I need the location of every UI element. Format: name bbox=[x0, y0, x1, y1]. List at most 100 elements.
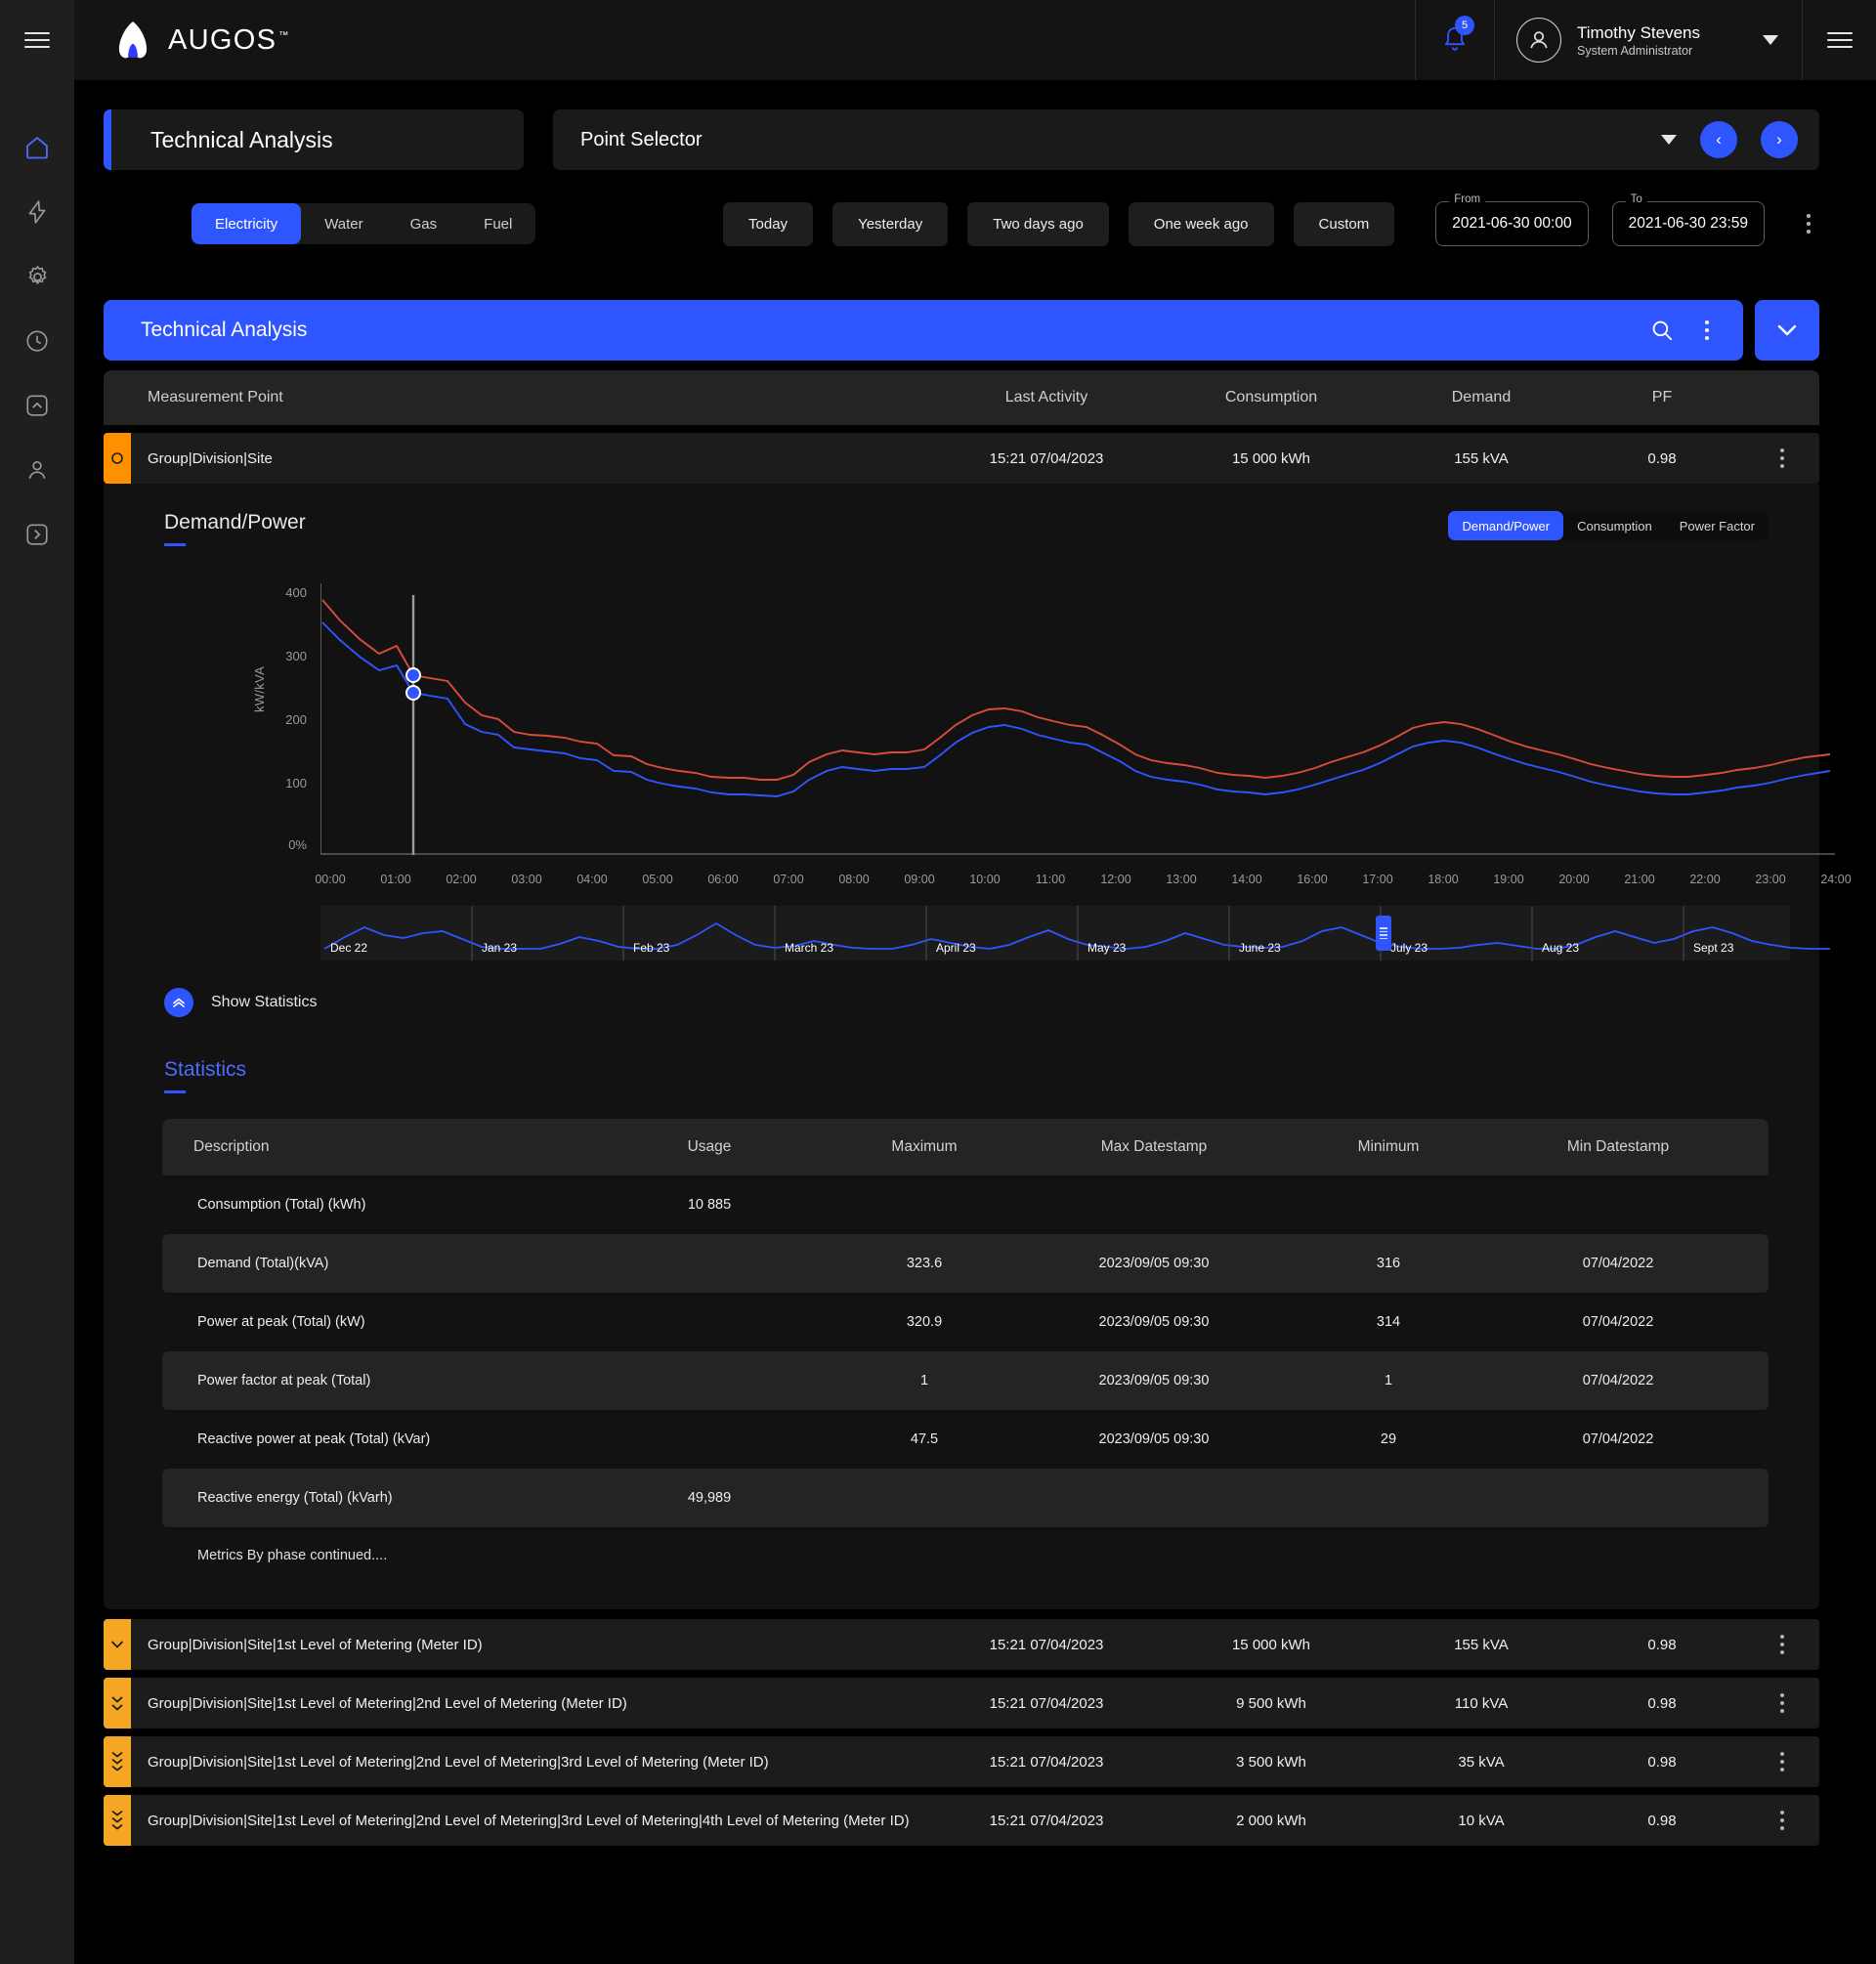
panel-collapse-button[interactable] bbox=[1755, 300, 1819, 361]
chart-xtick: 24:00 bbox=[1820, 873, 1852, 886]
row-measurement-point: Group|Division|Site bbox=[148, 449, 273, 467]
table-row[interactable]: Group|Division|Site|1st Level of Meterin… bbox=[104, 1678, 1819, 1729]
column-header-demand: Demand bbox=[1451, 389, 1512, 406]
minimap-range-handle[interactable] bbox=[1376, 916, 1391, 951]
metric-toggle-group: Demand/Power Consumption Power Factor bbox=[1448, 511, 1769, 540]
stats-description: Power at peak (Total) (kW) bbox=[197, 1314, 365, 1330]
point-prev-button[interactable]: ‹ bbox=[1700, 121, 1737, 158]
caret-down-icon[interactable] bbox=[1763, 35, 1778, 45]
menu-toggle-button[interactable] bbox=[0, 0, 74, 80]
preset-custom-button[interactable]: Custom bbox=[1293, 201, 1395, 246]
chart-xtick: 10:00 bbox=[969, 873, 1001, 886]
brand-name: AUGOS ™ bbox=[168, 24, 290, 57]
search-icon[interactable] bbox=[1649, 318, 1675, 343]
toggle-consumption[interactable]: Consumption bbox=[1563, 511, 1666, 540]
sidebar-item-collapse[interactable] bbox=[0, 373, 74, 438]
toggle-demand-power[interactable]: Demand/Power bbox=[1448, 511, 1564, 540]
sidebar-item-home[interactable] bbox=[0, 115, 74, 180]
table-row[interactable]: Group|Division|Site|1st Level of Meterin… bbox=[104, 1736, 1819, 1787]
chevron-down-icon[interactable] bbox=[1661, 135, 1677, 145]
point-next-button[interactable]: › bbox=[1761, 121, 1798, 158]
chart-xtick: 03:00 bbox=[511, 873, 542, 886]
preset-yesterday-button[interactable]: Yesterday bbox=[832, 201, 949, 246]
row-expand-toggle[interactable] bbox=[104, 1736, 131, 1787]
show-statistics-button[interactable]: Show Statistics bbox=[104, 961, 1819, 1017]
date-options-menu-icon[interactable] bbox=[1798, 214, 1819, 234]
notifications-button[interactable]: 5 bbox=[1415, 0, 1496, 80]
row-options-menu-icon[interactable] bbox=[1771, 1693, 1793, 1713]
preset-one-week-ago-button[interactable]: One week ago bbox=[1128, 201, 1274, 246]
stats-max-datestamp: 2023/09/05 09:30 bbox=[1098, 1314, 1210, 1330]
chart-xtick: 02:00 bbox=[446, 873, 477, 886]
preset-today-button[interactable]: Today bbox=[723, 201, 814, 246]
preset-two-days-ago-button[interactable]: Two days ago bbox=[967, 201, 1109, 246]
row-options-menu-icon[interactable] bbox=[1771, 448, 1793, 468]
row-demand: 155 kVA bbox=[1454, 449, 1509, 467]
row-last-activity: 15:21 07/04/2023 bbox=[989, 1694, 1104, 1712]
chart-xtick: 22:00 bbox=[1689, 873, 1721, 886]
panel-title: Technical Analysis bbox=[141, 319, 308, 341]
row-measurement-point: Group|Division|Site|1st Level of Meterin… bbox=[148, 1753, 769, 1771]
user-menu[interactable]: Timothy Stevens System Administrator bbox=[1495, 0, 1802, 80]
stats-minimum: 316 bbox=[1376, 1256, 1401, 1271]
tab-gas[interactable]: Gas bbox=[387, 203, 461, 244]
utility-tabs: Electricity Water Gas Fuel bbox=[192, 203, 536, 244]
table-row[interactable]: Group|Division|Site|1st Level of Meterin… bbox=[104, 1795, 1819, 1846]
statistics-row: Power at peak (Total) (kW) 320.9 2023/09… bbox=[162, 1293, 1769, 1351]
triple-chevron-down-icon bbox=[111, 1811, 123, 1830]
toggle-power-factor[interactable]: Power Factor bbox=[1666, 511, 1769, 540]
row-demand: 35 kVA bbox=[1458, 1753, 1505, 1771]
tab-fuel[interactable]: Fuel bbox=[460, 203, 535, 244]
row-expand-toggle[interactable] bbox=[104, 1619, 131, 1670]
tab-electricity[interactable]: Electricity bbox=[192, 203, 302, 244]
date-from-field[interactable]: From 2021-06-30 00:00 bbox=[1435, 193, 1589, 246]
sidebar-item-settings[interactable] bbox=[0, 244, 74, 309]
chart-title-underline bbox=[164, 543, 186, 546]
row-expand-toggle[interactable] bbox=[104, 433, 131, 484]
sidebar-item-expand[interactable] bbox=[0, 502, 74, 567]
sidebar-item-history[interactable] bbox=[0, 309, 74, 373]
row-options-menu-icon[interactable] bbox=[1771, 1752, 1793, 1772]
statistics-row: Reactive energy (Total) (kVarh) 49,989 bbox=[162, 1469, 1769, 1527]
statistics-heading: Statistics bbox=[164, 1058, 247, 1081]
panel-header-row: Technical Analysis bbox=[74, 246, 1876, 361]
point-selector[interactable]: Point Selector ‹ › bbox=[553, 109, 1819, 170]
stats-minimum: 29 bbox=[1380, 1431, 1397, 1447]
row-demand: 10 kVA bbox=[1458, 1812, 1505, 1829]
right-menu-button[interactable] bbox=[1802, 0, 1876, 80]
row-pf: 0.98 bbox=[1647, 1812, 1677, 1829]
row-measurement-point: Group|Division|Site|1st Level of Meterin… bbox=[148, 1812, 910, 1829]
table-row[interactable]: Group|Division|Site|1st Level of Meterin… bbox=[104, 1619, 1819, 1670]
chart-ytick-0: 0% bbox=[288, 837, 307, 852]
tab-water[interactable]: Water bbox=[301, 203, 386, 244]
chart-xtick: 14:00 bbox=[1231, 873, 1262, 886]
date-from-value: 2021-06-30 00:00 bbox=[1452, 215, 1572, 232]
row-options-menu-icon[interactable] bbox=[1771, 1635, 1793, 1654]
row-last-activity: 15:21 07/04/2023 bbox=[989, 449, 1104, 467]
date-to-label: To bbox=[1625, 193, 1647, 205]
row-demand: 155 kVA bbox=[1454, 1636, 1509, 1653]
stats-min-datestamp: 07/04/2022 bbox=[1582, 1373, 1654, 1388]
row-expand-toggle[interactable] bbox=[104, 1795, 131, 1846]
stats-description: Demand (Total)(kVA) bbox=[197, 1256, 329, 1271]
app-root: AUGOS ™ 5 Timothy Stevens System Administ… bbox=[0, 0, 1876, 1964]
sidebar-item-energy[interactable] bbox=[0, 180, 74, 244]
chart-minimap[interactable]: Dec 22 Jan 23 Feb 23 March 23 April 23 M… bbox=[320, 906, 1830, 961]
stats-maximum: 320.9 bbox=[906, 1314, 943, 1330]
user-info: Timothy Stevens System Administrator bbox=[1577, 22, 1700, 57]
row-consumption: 2 000 kWh bbox=[1236, 1812, 1306, 1829]
minimap-label: April 23 bbox=[936, 941, 976, 955]
chart-xtick: 18:00 bbox=[1428, 873, 1459, 886]
stats-usage: 10 885 bbox=[687, 1197, 732, 1213]
row-options-menu-icon[interactable] bbox=[1771, 1811, 1793, 1830]
chart-xtick: 17:00 bbox=[1362, 873, 1393, 886]
point-selector-label: Point Selector bbox=[580, 128, 703, 150]
table-row[interactable]: Group|Division|Site 15:21 07/04/2023 15 … bbox=[104, 433, 1819, 484]
chart-xtick: 12:00 bbox=[1100, 873, 1131, 886]
date-to-field[interactable]: To 2021-06-30 23:59 bbox=[1611, 193, 1765, 246]
sidebar-item-profile[interactable] bbox=[0, 438, 74, 502]
header-row: Technical Analysis Point Selector ‹ › bbox=[74, 80, 1876, 170]
statistics-row: Reactive power at peak (Total) (kVar) 47… bbox=[162, 1410, 1769, 1469]
row-expand-toggle[interactable] bbox=[104, 1678, 131, 1729]
panel-options-menu-icon[interactable] bbox=[1696, 320, 1718, 340]
